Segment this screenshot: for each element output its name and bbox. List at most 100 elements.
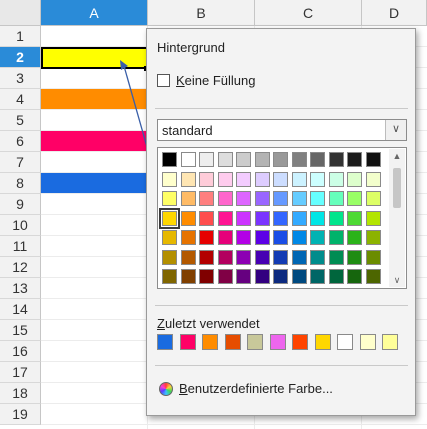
palette-swatch[interactable] [310,152,325,167]
palette-swatch[interactable] [199,171,214,187]
palette-swatch[interactable] [347,152,362,167]
row-header-15[interactable]: 15 [0,320,41,341]
palette-swatch[interactable] [347,191,362,206]
row-header-2[interactable]: 2 [0,47,41,68]
palette-swatch[interactable] [217,230,233,245]
palette-swatch[interactable] [310,210,325,226]
palette-swatch[interactable] [217,210,233,226]
palette-swatch[interactable] [199,191,214,206]
custom-color-button[interactable]: Benutzerdefinierte Farbe... [159,381,333,396]
palette-swatch[interactable] [291,171,307,187]
palette-swatch[interactable] [365,249,381,265]
palette-scrollbar[interactable]: ▲ ∨ [389,149,405,287]
palette-swatch[interactable] [291,269,307,284]
palette-swatch[interactable] [217,171,233,187]
row-header-19[interactable]: 19 [0,404,41,425]
palette-swatch[interactable] [199,269,214,284]
palette-swatch[interactable] [328,171,344,187]
palette-swatch[interactable] [199,249,214,265]
row-header-18[interactable]: 18 [0,383,41,404]
row-header-11[interactable]: 11 [0,236,41,257]
palette-swatch[interactable] [236,249,251,265]
palette-swatch[interactable] [310,191,325,206]
no-fill-option[interactable]: Keine Füllung [157,73,256,88]
palette-swatch[interactable] [180,152,196,167]
row-header-5[interactable]: 5 [0,110,41,131]
row-header-14[interactable]: 14 [0,299,41,320]
palette-swatch[interactable] [347,230,362,245]
row-header-1[interactable]: 1 [0,26,41,47]
row-header-7[interactable]: 7 [0,152,41,173]
palette-swatch[interactable] [310,230,325,245]
palette-swatch[interactable] [328,210,344,226]
palette-swatch[interactable] [273,230,288,245]
palette-swatch[interactable] [217,269,233,284]
palette-swatch[interactable] [273,152,288,167]
palette-swatch[interactable] [347,269,362,284]
row-header-4[interactable]: 4 [0,89,41,110]
palette-swatch[interactable] [273,191,288,206]
palette-swatch[interactable] [254,269,270,284]
scroll-thumb[interactable] [393,168,401,208]
row-header-13[interactable]: 13 [0,278,41,299]
palette-swatch[interactable] [180,210,196,226]
chevron-down-icon[interactable]: ∨ [385,120,406,140]
palette-swatch[interactable] [347,249,362,265]
palette-swatch[interactable] [365,152,381,167]
palette-swatch[interactable] [328,269,344,284]
palette-swatch[interactable] [159,207,180,229]
palette-swatch[interactable] [217,249,233,265]
palette-swatch[interactable] [273,269,288,284]
palette-swatch[interactable] [162,152,177,167]
palette-swatch[interactable] [347,210,362,226]
palette-swatch[interactable] [199,230,214,245]
palette-swatch[interactable] [162,269,177,284]
palette-swatch[interactable] [236,191,251,206]
palette-swatch[interactable] [236,210,251,226]
palette-swatch[interactable] [180,269,196,284]
recent-color-swatch[interactable] [382,334,398,350]
row-header-17[interactable]: 17 [0,362,41,383]
palette-swatch[interactable] [291,230,307,245]
recent-color-swatch[interactable] [292,334,308,350]
filled-cell-a4[interactable] [41,89,147,109]
palette-swatch[interactable] [217,191,233,206]
filled-cell-a6[interactable] [41,131,147,151]
palette-swatch[interactable] [365,230,381,245]
row-header-8[interactable]: 8 [0,173,41,194]
palette-swatch[interactable] [236,230,251,245]
palette-swatch[interactable] [310,269,325,284]
palette-swatch[interactable] [254,230,270,245]
palette-swatch[interactable] [310,249,325,265]
column-header-b[interactable]: B [148,0,255,26]
palette-swatch[interactable] [254,210,270,226]
palette-swatch[interactable] [236,171,251,187]
recent-color-swatch[interactable] [269,334,286,350]
palette-swatch[interactable] [291,152,307,167]
palette-swatch[interactable] [180,191,196,206]
row-header-12[interactable]: 12 [0,257,41,278]
recent-color-swatch[interactable] [337,334,353,350]
palette-swatch[interactable] [273,210,288,226]
palette-swatch[interactable] [162,191,177,206]
scroll-up-icon[interactable]: ▲ [389,149,405,163]
palette-swatch[interactable] [180,230,196,245]
palette-swatch[interactable] [217,152,233,167]
palette-swatch[interactable] [365,191,381,206]
palette-swatch[interactable] [273,249,288,265]
recent-color-swatch[interactable] [157,334,173,350]
palette-swatch[interactable] [162,230,177,245]
palette-swatch[interactable] [199,210,214,226]
palette-swatch[interactable] [328,249,344,265]
palette-select[interactable]: standard ∨ [157,119,407,141]
palette-swatch[interactable] [254,249,270,265]
palette-swatch[interactable] [328,230,344,245]
select-all-corner[interactable] [0,0,41,26]
filled-cell-a8[interactable] [41,173,147,193]
recent-color-swatch[interactable] [247,334,263,350]
palette-swatch[interactable] [236,152,251,167]
row-header-6[interactable]: 6 [0,131,41,152]
palette-swatch[interactable] [162,249,177,265]
palette-swatch[interactable] [254,152,270,167]
palette-swatch[interactable] [180,249,196,265]
